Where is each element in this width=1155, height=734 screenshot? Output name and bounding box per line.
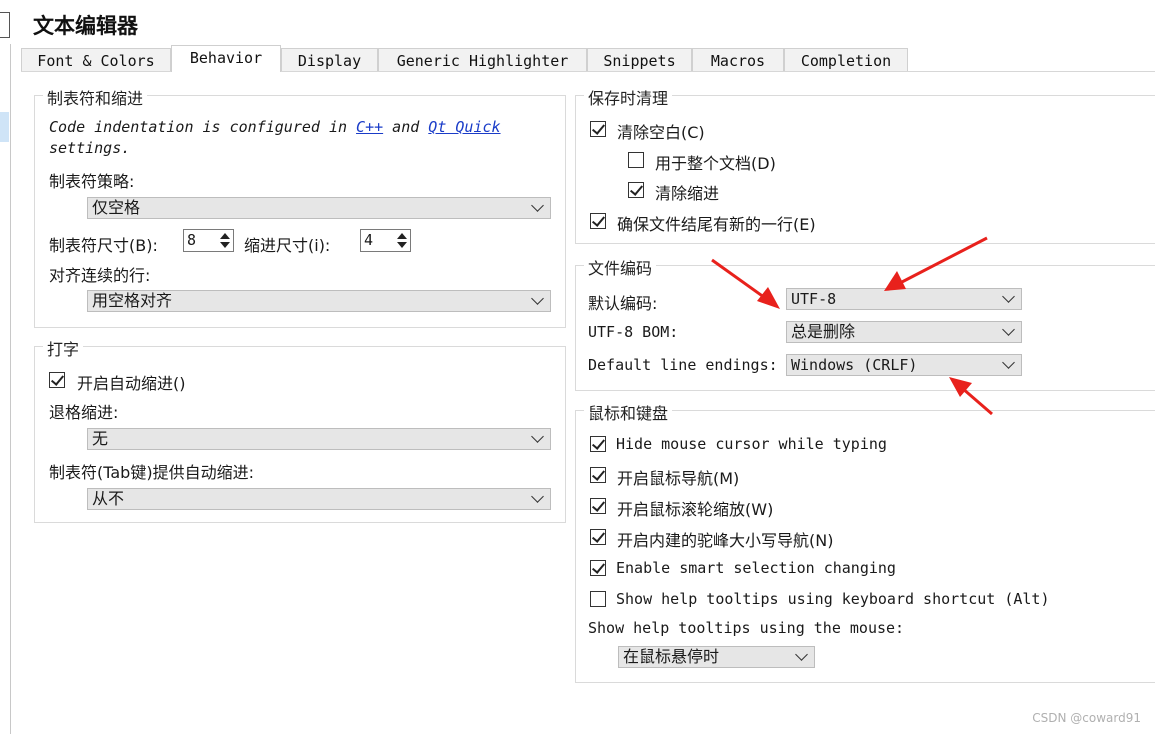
spin-arrows-icon[interactable] xyxy=(217,231,232,250)
clean-whitespace-checkbox[interactable] xyxy=(590,121,606,137)
wheel-zoom-checkbox[interactable] xyxy=(590,498,606,514)
sidebar-divider xyxy=(10,44,11,734)
keyboard-tooltips-label: Show help tooltips using keyboard shortc… xyxy=(616,590,1050,608)
tab-policy-select[interactable]: 仅空格 xyxy=(87,197,551,219)
page-title: 文本编辑器 xyxy=(33,14,138,38)
tab-snippets[interactable]: Snippets xyxy=(587,48,692,71)
line-endings-value: Windows (CRLF) xyxy=(791,356,918,374)
sidebar-filter-box[interactable] xyxy=(0,12,10,38)
chevron-down-icon xyxy=(531,490,544,503)
indent-size-value: 4 xyxy=(364,231,374,249)
indent-size-spinbox[interactable]: 4 xyxy=(360,229,411,252)
sidebar-selected-item[interactable] xyxy=(0,112,9,142)
tab-behavior[interactable]: Behavior xyxy=(171,45,281,72)
chevron-down-icon xyxy=(531,292,544,305)
smart-selection-label: Enable smart selection changing xyxy=(616,559,896,577)
default-encoding-value: UTF-8 xyxy=(791,290,837,308)
bom-label: UTF-8 BOM: xyxy=(588,323,679,341)
chevron-down-icon xyxy=(1002,356,1015,369)
watermark: CSDN @coward91 xyxy=(1032,711,1141,725)
mouse-navigation-label: 开启鼠标导航(M) xyxy=(617,469,740,488)
chevron-down-icon xyxy=(1002,323,1015,336)
spin-arrows-icon[interactable] xyxy=(394,231,409,250)
entire-document-checkbox[interactable] xyxy=(628,152,644,168)
tab-size-label: 制表符尺寸(B): xyxy=(49,236,158,255)
mouse-tooltips-select[interactable]: 在鼠标悬停时 xyxy=(618,646,815,668)
chevron-down-icon xyxy=(531,430,544,443)
hide-cursor-checkbox[interactable] xyxy=(590,436,606,452)
chevron-down-icon xyxy=(795,648,808,661)
auto-indent-checkbox[interactable] xyxy=(49,372,65,388)
cpp-settings-link[interactable]: C++ xyxy=(356,118,383,136)
smart-selection-checkbox[interactable] xyxy=(590,560,606,576)
clean-indent-checkbox[interactable] xyxy=(628,182,644,198)
mouse-navigation-checkbox[interactable] xyxy=(590,467,606,483)
tab-completion[interactable]: Completion xyxy=(784,48,908,71)
line-endings-select[interactable]: Windows (CRLF) xyxy=(786,354,1022,376)
left-sidebar-strip xyxy=(0,0,11,734)
note-and: and xyxy=(392,118,420,136)
group-title-typing: 打字 xyxy=(43,336,84,360)
indentation-note: Code indentation is configured in C++ an… xyxy=(49,118,501,136)
indent-size-label: 缩进尺寸(i): xyxy=(244,236,331,255)
group-title-tabs-indentation: 制表符和缩进 xyxy=(43,85,148,109)
group-title-cleanup: 保存时清理 xyxy=(584,85,673,109)
bom-value: 总是删除 xyxy=(791,322,856,341)
chevron-down-icon xyxy=(531,199,544,212)
tab-policy-label: 制表符策略: xyxy=(49,172,135,191)
clean-indent-label: 清除缩进 xyxy=(655,184,720,203)
tab-policy-value: 仅空格 xyxy=(92,198,141,217)
tab-font-colors[interactable]: Font & Colors xyxy=(21,48,171,71)
backspace-label: 退格缩进: xyxy=(49,403,119,422)
tab-size-spinbox[interactable]: 8 xyxy=(183,229,234,252)
keyboard-tooltips-checkbox[interactable] xyxy=(590,591,606,607)
note-prefix: Code indentation is configured in xyxy=(49,118,348,136)
mouse-tooltips-label: Show help tooltips using the mouse: xyxy=(588,619,905,637)
chevron-down-icon xyxy=(1002,290,1015,303)
qtquick-settings-link[interactable]: Qt Quick xyxy=(428,118,500,136)
line-endings-label: Default line endings: xyxy=(588,356,778,374)
hide-cursor-label: Hide mouse cursor while typing xyxy=(616,435,887,453)
tab-indent-select[interactable]: 从不 xyxy=(87,488,551,510)
tab-indent-value: 从不 xyxy=(92,489,125,508)
ensure-newline-label: 确保文件结尾有新的一行(E) xyxy=(617,215,816,234)
bom-select[interactable]: 总是删除 xyxy=(786,321,1022,343)
clean-whitespace-label: 清除空白(C) xyxy=(617,123,705,142)
tab-macros[interactable]: Macros xyxy=(692,48,784,71)
default-encoding-label: 默认编码: xyxy=(588,294,658,313)
camelcase-nav-checkbox[interactable] xyxy=(590,529,606,545)
default-encoding-select[interactable]: UTF-8 xyxy=(786,288,1022,310)
wheel-zoom-label: 开启鼠标滚轮缩放(W) xyxy=(617,500,774,519)
entire-document-label: 用于整个文档(D) xyxy=(655,154,776,173)
ensure-newline-checkbox[interactable] xyxy=(590,213,606,229)
tab-generic-highlighter[interactable]: Generic Highlighter xyxy=(378,48,587,71)
tab-display[interactable]: Display xyxy=(281,48,378,71)
backspace-select[interactable]: 无 xyxy=(87,428,551,450)
align-value: 用空格对齐 xyxy=(92,291,173,310)
auto-indent-label: 开启自动缩进() xyxy=(77,374,186,393)
note-suffix: settings. xyxy=(49,139,131,157)
group-title-mouse-keyboard: 鼠标和键盘 xyxy=(584,400,673,424)
backspace-value: 无 xyxy=(92,429,109,448)
group-title-encoding: 文件编码 xyxy=(584,255,657,279)
align-select[interactable]: 用空格对齐 xyxy=(87,290,551,312)
camelcase-nav-label: 开启内建的驼峰大小写导航(N) xyxy=(617,531,834,550)
tab-indent-label: 制表符(Tab键)提供自动缩进: xyxy=(49,463,254,482)
mouse-tooltips-value: 在鼠标悬停时 xyxy=(623,647,720,666)
tab-size-value: 8 xyxy=(187,231,197,249)
align-label: 对齐连续的行: xyxy=(49,266,151,285)
